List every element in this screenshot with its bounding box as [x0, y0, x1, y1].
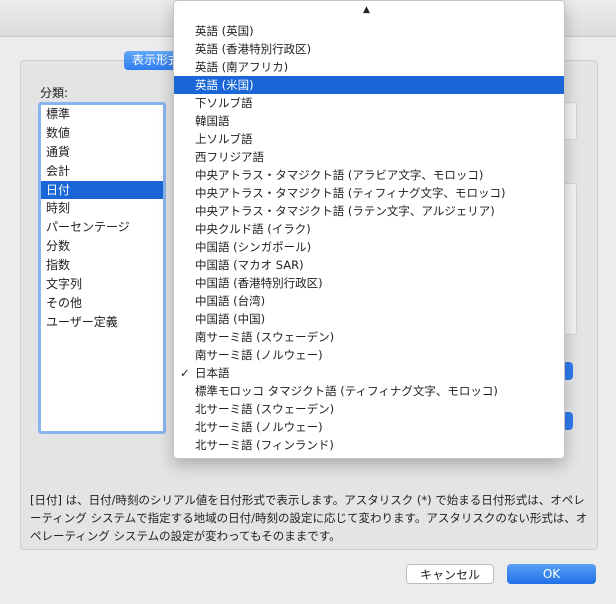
locale-menu-item[interactable]: 中国語 (シンガポール)	[174, 238, 564, 256]
category-item[interactable]: 文字列	[41, 275, 163, 294]
locale-menu-item-label: 標準モロッコ タマジクト語 (ティフィナグ文字、モロッコ)	[195, 384, 498, 398]
locale-menu-item[interactable]: 中国語 (中国)	[174, 310, 564, 328]
locale-menu-item-label: 中国語 (マカオ SAR)	[195, 258, 304, 272]
locale-menu-item[interactable]: 北サーミ語 (スウェーデン)	[174, 400, 564, 418]
locale-menu-item-label: 北サーミ語 (ノルウェー)	[195, 420, 323, 434]
category-label: 分類:	[40, 86, 69, 100]
category-item[interactable]: パーセンテージ	[41, 218, 163, 237]
category-item[interactable]: 数値	[41, 124, 163, 143]
locale-menu-item[interactable]: 南サーミ語 (スウェーデン)	[174, 328, 564, 346]
locale-menu-item-label: 日本語	[195, 366, 230, 380]
locale-menu-item[interactable]: 英語 (香港特別行政区)	[174, 40, 564, 58]
sample-box	[563, 102, 577, 140]
locale-menu-item-label: 中央アトラス・タマジクト語 (ティフィナグ文字、モロッコ)	[195, 186, 506, 200]
locale-menu-item[interactable]: ✓ 日本語	[174, 364, 564, 382]
locale-menu-item-label: 下ソルブ語	[195, 96, 253, 110]
locale-menu-item-label: 中国語 (シンガポール)	[195, 240, 312, 254]
locale-menu-item[interactable]: 英語 (南アフリカ)	[174, 58, 564, 76]
locale-menu-item[interactable]: 北サーミ語 (ノルウェー)	[174, 418, 564, 436]
locale-menu-item-label: 西フリジア語	[195, 150, 264, 164]
locale-menu-item[interactable]: 中央アトラス・タマジクト語 (ラテン文字、アルジェリア)	[174, 202, 564, 220]
locale-menu-item-label: 南サーミ語 (スウェーデン)	[195, 330, 335, 344]
category-item[interactable]: その他	[41, 294, 163, 313]
locale-menu-item[interactable]: 下ソルブ語	[174, 94, 564, 112]
locale-menu-item[interactable]: 英語 (英国)	[174, 22, 564, 40]
locale-menu-item-label: 北サーミ語 (スウェーデン)	[195, 402, 335, 416]
category-item[interactable]: 指数	[41, 256, 163, 275]
locale-menu-item[interactable]: 南サーミ語 (ノルウェー)	[174, 346, 564, 364]
locale-menu-item[interactable]: 中国語 (マカオ SAR)	[174, 256, 564, 274]
locale-menu-item[interactable]: 中国語 (台湾)	[174, 292, 564, 310]
category-description: [日付] は、日付/時刻のシリアル値を日付形式で表示します。アスタリスク (*)…	[30, 493, 588, 543]
category-item[interactable]: 会計	[41, 162, 163, 181]
locale-menu-item[interactable]: 上ソルブ語	[174, 130, 564, 148]
locale-menu-item[interactable]: 西フリジア語	[174, 148, 564, 166]
locale-menu-item-label: 北サーミ語 (フィンランド)	[195, 438, 334, 452]
category-item[interactable]: 日付	[41, 180, 163, 200]
type-list[interactable]	[563, 183, 577, 335]
category-item[interactable]: 時刻	[41, 199, 163, 218]
locale-menu-item-label: 英語 (香港特別行政区)	[195, 42, 312, 56]
scroll-up-icon[interactable]: ▲	[363, 5, 370, 15]
locale-menu-item-label: 英語 (英国)	[195, 24, 254, 38]
category-item[interactable]: 標準	[41, 105, 163, 124]
locale-menu-item[interactable]: 韓国語	[174, 112, 564, 130]
locale-menu-item-label: 上ソルブ語	[195, 132, 253, 146]
locale-menu-item[interactable]: 中国語 (香港特別行政区)	[174, 274, 564, 292]
locale-menu-item-label: 中国語 (中国)	[195, 312, 266, 326]
locale-menu-item[interactable]: 中央アトラス・タマジクト語 (ティフィナグ文字、モロッコ)	[174, 184, 564, 202]
locale-menu-item-label: 中国語 (台湾)	[195, 294, 266, 308]
locale-menu-item-label: 中央アトラス・タマジクト語 (アラビア文字、モロッコ)	[195, 168, 484, 182]
locale-menu-item[interactable]: 英語 (米国)	[174, 76, 564, 94]
locale-menu-item-label: 中央アトラス・タマジクト語 (ラテン文字、アルジェリア)	[195, 204, 495, 218]
locale-menu-item-label: 英語 (南アフリカ)	[195, 60, 289, 74]
locale-dropdown-menu[interactable]: ▲ 英語 (英国) 英語 (香港特別行政区) 英語 (南アフリカ) 英語 (米国) 下ソ…	[173, 0, 565, 459]
locale-menu-item[interactable]: 標準モロッコ タマジクト語 (ティフィナグ文字、モロッコ)	[174, 382, 564, 400]
locale-menu-item[interactable]: 北サーミ語 (フィンランド)	[174, 436, 564, 454]
cancel-button[interactable]: キャンセル	[406, 564, 494, 584]
ok-button[interactable]: OK	[507, 564, 596, 584]
locale-menu-item[interactable]: 中央アトラス・タマジクト語 (アラビア文字、モロッコ)	[174, 166, 564, 184]
category-item[interactable]: ユーザー定義	[41, 313, 163, 332]
locale-menu-item-label: 英語 (米国)	[195, 78, 254, 92]
locale-menu-item-label: 中央クルド語 (イラク)	[195, 222, 311, 236]
checkmark-icon: ✓	[180, 366, 190, 380]
locale-menu-item[interactable]: 中央クルド語 (イラク)	[174, 220, 564, 238]
locale-menu-item-label: 中国語 (香港特別行政区)	[195, 276, 323, 290]
category-item[interactable]: 通貨	[41, 143, 163, 162]
locale-menu-item-label: 南サーミ語 (ノルウェー)	[195, 348, 323, 362]
category-item[interactable]: 分数	[41, 237, 163, 256]
category-list[interactable]: 標準 数値 通貨 会計 日付 時刻 パーセンテージ 分数 指数 文字列 その他 ユーザー定義	[38, 102, 166, 434]
locale-menu-list: 英語 (英国) 英語 (香港特別行政区) 英語 (南アフリカ) 英語 (米国) 下ソルブ…	[174, 22, 564, 454]
locale-menu-item-label: 韓国語	[195, 114, 230, 128]
